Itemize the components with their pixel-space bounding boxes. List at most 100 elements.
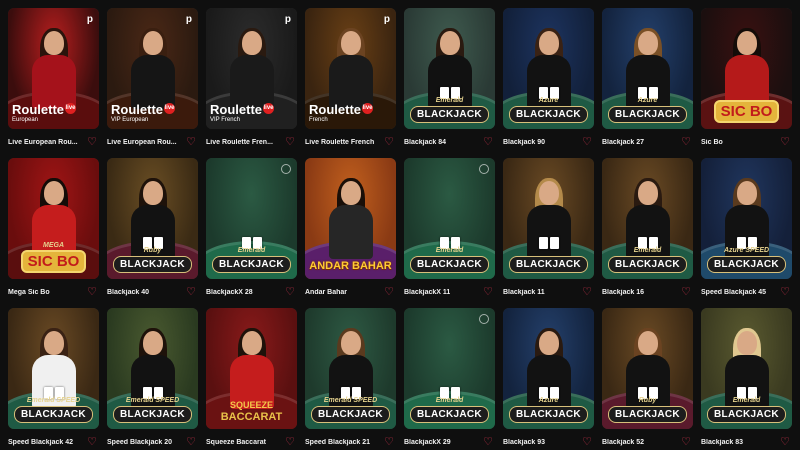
game-thumbnail[interactable]: Ruby BLACKJACK: [107, 158, 198, 279]
game-card[interactable]: BLACKJACK Blackjack 11 ♡: [503, 158, 594, 300]
game-thumbnail[interactable]: Emerald BLACKJACK: [404, 8, 495, 129]
game-card[interactable]: Emerald SPEED BLACKJACK Speed Blackjack 21…: [305, 308, 396, 450]
game-thumbnail[interactable]: Emerald BLACKJACK: [701, 308, 792, 429]
heart-icon[interactable]: ♡: [384, 137, 394, 148]
heart-icon[interactable]: ♡: [582, 287, 592, 298]
game-thumbnail[interactable]: Emerald SPEED BLACKJACK: [107, 308, 198, 429]
heart-icon[interactable]: ♡: [285, 287, 295, 298]
game-card[interactable]: Emerald BLACKJACK Blackjack 83 ♡: [701, 308, 792, 450]
provider-badge: p: [185, 14, 192, 25]
game-card[interactable]: Emerald BLACKJACK Blackjack 84 ♡: [404, 8, 495, 150]
game-title[interactable]: BlackjackX 28: [206, 289, 253, 296]
game-card[interactable]: Ruby BLACKJACK Blackjack 52 ♡: [602, 308, 693, 450]
game-title[interactable]: Sic Bo: [701, 139, 723, 146]
game-title[interactable]: Mega Sic Bo: [8, 289, 50, 296]
game-thumbnail[interactable]: BLACKJACK: [503, 158, 594, 279]
game-card[interactable]: Ruby BLACKJACK Blackjack 40 ♡: [107, 158, 198, 300]
game-title[interactable]: Blackjack 11: [503, 289, 545, 296]
game-thumbnail[interactable]: Azure BLACKJACK: [503, 308, 594, 429]
game-title[interactable]: Live Roulette Fren...: [206, 139, 273, 146]
game-card[interactable]: Roulettelive European p Live European Rou..…: [8, 8, 99, 150]
heart-icon[interactable]: ♡: [483, 137, 493, 148]
game-thumbnail[interactable]: SIC BO: [701, 8, 792, 129]
game-title[interactable]: Speed Blackjack 42: [8, 439, 73, 446]
heart-icon[interactable]: ♡: [87, 137, 97, 148]
game-thumbnail[interactable]: Emerald BLACKJACK: [206, 158, 297, 279]
logo-sub-text: Emerald: [435, 97, 464, 104]
game-thumbnail[interactable]: Roulettelive French p: [305, 8, 396, 129]
game-card[interactable]: Emerald SPEED BLACKJACK Speed Blackjack 20…: [107, 308, 198, 450]
game-title[interactable]: Blackjack 27: [602, 139, 644, 146]
game-title[interactable]: Live Roulette French: [305, 139, 374, 146]
game-card[interactable]: Azure SPEED BLACKJACK Speed Blackjack 45 ♡: [701, 158, 792, 300]
game-title[interactable]: Blackjack 16: [602, 289, 644, 296]
game-thumbnail[interactable]: Emerald BLACKJACK: [602, 158, 693, 279]
game-thumbnail[interactable]: Azure BLACKJACK: [503, 8, 594, 129]
heart-icon[interactable]: ♡: [483, 287, 493, 298]
game-card[interactable]: Emerald BLACKJACK BlackjackX 28 ♡: [206, 158, 297, 300]
blackjack-logo: BLACKJACK: [113, 256, 192, 273]
game-title[interactable]: BlackjackX 11: [404, 289, 450, 296]
game-title[interactable]: Blackjack 90: [503, 139, 545, 146]
heart-icon[interactable]: ♡: [87, 287, 97, 298]
game-title[interactable]: Speed Blackjack 45: [701, 289, 766, 296]
game-card[interactable]: Emerald BLACKJACK Blackjack 16 ♡: [602, 158, 693, 300]
game-card[interactable]: Azure BLACKJACK Blackjack 27 ♡: [602, 8, 693, 150]
heart-icon[interactable]: ♡: [285, 137, 295, 148]
game-title[interactable]: Blackjack 40: [107, 289, 149, 296]
game-title[interactable]: BlackjackX 29: [404, 439, 451, 446]
game-card[interactable]: Emerald BLACKJACK BlackjackX 29 ♡: [404, 308, 495, 450]
game-card[interactable]: Roulettelive VIP French p Live Roulette Fre…: [206, 8, 297, 150]
logo-sub-text: Emerald SPEED: [323, 397, 378, 404]
roulette-variant: French: [309, 117, 328, 123]
game-title[interactable]: Speed Blackjack 21: [305, 439, 370, 446]
game-thumbnail[interactable]: Emerald BLACKJACK: [404, 308, 495, 429]
game-thumbnail[interactable]: Azure BLACKJACK: [602, 8, 693, 129]
game-card[interactable]: Azure BLACKJACK Blackjack 93 ♡: [503, 308, 594, 450]
game-thumbnail[interactable]: Roulettelive European p: [8, 8, 99, 129]
game-card[interactable]: Roulettelive VIP European p Live European R…: [107, 8, 198, 150]
game-title[interactable]: Blackjack 93: [503, 439, 545, 446]
game-title[interactable]: Squeeze Baccarat: [206, 439, 266, 446]
game-card[interactable]: Emerald SPEED BLACKJACK Speed Blackjack 42…: [8, 308, 99, 450]
game-logo: Ruby BLACKJACK: [606, 397, 689, 423]
dealer-face: [241, 331, 262, 355]
logo-sub-text: Emerald: [732, 397, 761, 404]
game-card[interactable]: Emerald BLACKJACK BlackjackX 11 ♡: [404, 158, 495, 300]
game-card[interactable]: ANDAR BAHAR Andar Bahar ♡: [305, 158, 396, 300]
heart-icon[interactable]: ♡: [780, 137, 790, 148]
logo-sub-text: Ruby: [143, 247, 162, 254]
game-thumbnail[interactable]: MEGA SIC BO: [8, 158, 99, 279]
heart-icon[interactable]: ♡: [780, 287, 790, 298]
game-card[interactable]: MEGA SIC BO Mega Sic Bo ♡: [8, 158, 99, 300]
game-thumbnail[interactable]: Roulettelive VIP French p: [206, 8, 297, 129]
game-title[interactable]: Blackjack 52: [602, 439, 644, 446]
heart-icon[interactable]: ♡: [582, 137, 592, 148]
game-thumbnail[interactable]: ANDAR BAHAR: [305, 158, 396, 279]
heart-icon[interactable]: ♡: [681, 137, 691, 148]
game-card[interactable]: Azure BLACKJACK Blackjack 90 ♡: [503, 8, 594, 150]
logo-sub-text: Emerald: [633, 247, 662, 254]
game-thumbnail[interactable]: Ruby BLACKJACK: [602, 308, 693, 429]
game-thumbnail[interactable]: Azure SPEED BLACKJACK: [701, 158, 792, 279]
game-title[interactable]: Live European Rou...: [8, 139, 78, 146]
heart-icon[interactable]: ♡: [681, 287, 691, 298]
game-thumbnail[interactable]: SQUEEZE BACCARAT: [206, 308, 297, 429]
game-title[interactable]: Andar Bahar: [305, 289, 347, 296]
game-title[interactable]: Live European Rou...: [107, 139, 177, 146]
game-thumbnail[interactable]: Emerald SPEED BLACKJACK: [305, 308, 396, 429]
heart-icon[interactable]: ♡: [384, 287, 394, 298]
game-card[interactable]: SIC BO Sic Bo ♡: [701, 8, 792, 150]
heart-icon[interactable]: ♡: [186, 287, 196, 298]
game-card[interactable]: SQUEEZE BACCARAT Squeeze Baccarat ♡: [206, 308, 297, 450]
game-thumbnail[interactable]: Emerald SPEED BLACKJACK: [8, 308, 99, 429]
game-title[interactable]: Blackjack 83: [701, 439, 743, 446]
game-card[interactable]: Roulettelive French p Live Roulette French ♡: [305, 8, 396, 150]
game-title[interactable]: Speed Blackjack 20: [107, 439, 172, 446]
game-thumbnail[interactable]: Emerald BLACKJACK: [404, 158, 495, 279]
game-thumbnail[interactable]: Roulettelive VIP European p: [107, 8, 198, 129]
game-title[interactable]: Blackjack 84: [404, 139, 446, 146]
timer-icon: [281, 164, 291, 174]
heart-icon[interactable]: ♡: [186, 137, 196, 148]
dealer-face: [439, 31, 460, 55]
